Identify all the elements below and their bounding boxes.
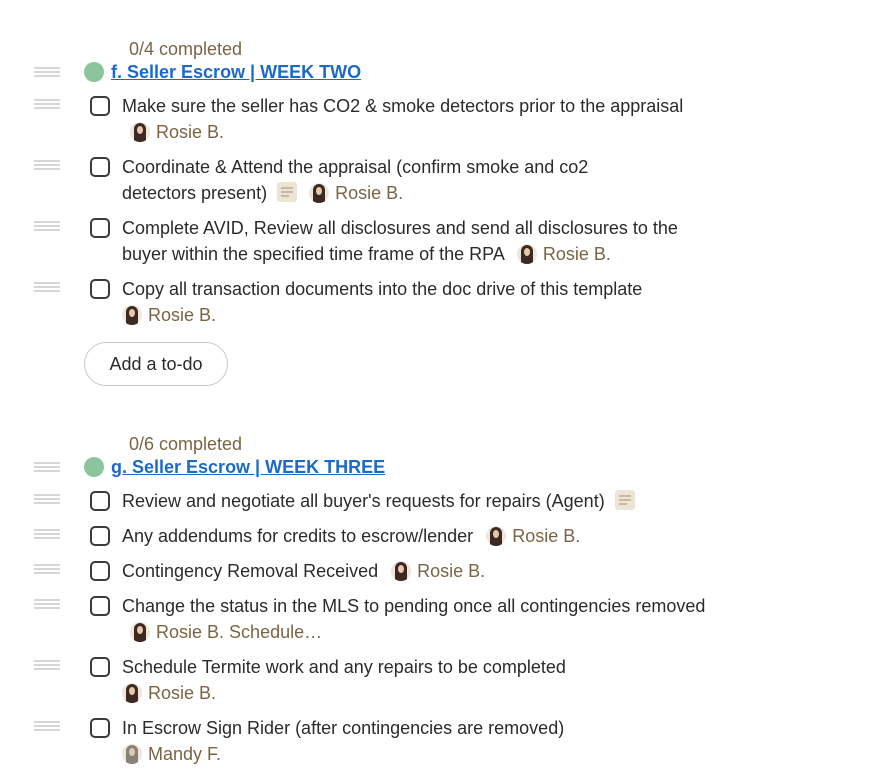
group-color-dot	[84, 457, 104, 477]
todo-checkbox[interactable]	[90, 218, 110, 238]
todo-text[interactable]: Copy all transaction documents into the …	[122, 276, 722, 328]
todo-label: Schedule Termite work and any repairs to…	[122, 657, 566, 677]
todo-text[interactable]: Make sure the seller has CO2 & smoke det…	[122, 93, 722, 145]
drag-handle-icon[interactable]	[34, 494, 60, 508]
assignee[interactable]: Rosie B.	[122, 122, 224, 142]
todo-checkbox[interactable]	[90, 157, 110, 177]
todo-checkbox[interactable]	[90, 526, 110, 546]
assignee[interactable]: Rosie B.	[301, 183, 403, 203]
assignee[interactable]: Rosie B.	[509, 244, 611, 264]
group-header: f. Seller Escrow | WEEK TWO	[0, 61, 886, 85]
assignee-name: Rosie B.	[512, 526, 581, 546]
assignee-name: Rosie B.	[156, 122, 225, 142]
todo-checkbox[interactable]	[90, 596, 110, 616]
assignee-name: Rosie B.	[542, 244, 611, 264]
avatar-icon	[486, 526, 507, 546]
todo-label: In Escrow Sign Rider (after contingencie…	[122, 718, 565, 738]
todo-checkbox[interactable]	[90, 279, 110, 299]
todo-label: Make sure the seller has CO2 & smoke det…	[122, 96, 684, 116]
drag-handle-icon[interactable]	[34, 221, 60, 235]
drag-handle-icon[interactable]	[34, 564, 60, 578]
schedule-link[interactable]: Schedule…	[229, 622, 322, 642]
progress-label: 0/6 completed	[129, 434, 243, 454]
drag-handle-icon[interactable]	[34, 282, 60, 296]
todo-label: Review and negotiate all buyer's request…	[122, 491, 605, 511]
assignee[interactable]: Rosie B.	[383, 561, 485, 581]
todo-label: Contingency Removal Received	[122, 561, 379, 581]
assignee[interactable]: Rosie B.	[122, 683, 216, 703]
todo-text[interactable]: Review and negotiate all buyer's request…	[122, 488, 742, 514]
assignee-name: Mandy F.	[148, 744, 222, 764]
assignee[interactable]: Rosie B. Schedule…	[122, 622, 322, 642]
todo-text[interactable]: In Escrow Sign Rider (after contingencie…	[122, 715, 722, 767]
todo-checkbox[interactable]	[90, 491, 110, 511]
group-title-link[interactable]: f. Seller Escrow | WEEK TWO	[111, 62, 361, 83]
assignee-name: Rosie B.	[156, 622, 225, 642]
avatar-icon	[122, 305, 142, 325]
avatar-icon	[516, 244, 537, 264]
group-color-dot	[84, 62, 104, 82]
avatar-icon	[130, 122, 150, 142]
todo-text[interactable]: Complete AVID, Review all disclosures an…	[122, 215, 712, 267]
avatar-icon	[391, 561, 412, 581]
todo-checkbox[interactable]	[90, 561, 110, 581]
add-todo-button[interactable]: Add a to-do	[84, 342, 228, 386]
assignee-name: Rosie B.	[148, 305, 217, 325]
todo-text[interactable]: Coordinate & Attend the appraisal (confi…	[122, 154, 652, 206]
todo-label: Copy all transaction documents into the …	[122, 279, 643, 299]
todo-label: Any addendums for credits to escrow/lend…	[122, 526, 474, 546]
drag-handle-icon[interactable]	[34, 462, 60, 476]
assignee-name: Rosie B.	[335, 183, 404, 203]
drag-handle-icon[interactable]	[34, 160, 60, 174]
assignee[interactable]: Rosie B.	[478, 526, 580, 546]
todo-text[interactable]: Change the status in the MLS to pending …	[122, 593, 712, 645]
group-header: g. Seller Escrow | WEEK THREE	[0, 456, 886, 480]
drag-handle-icon[interactable]	[34, 660, 60, 674]
drag-handle-icon[interactable]	[34, 529, 60, 543]
todo-text[interactable]: Contingency Removal Received Rosie B.	[122, 558, 722, 584]
avatar-icon	[309, 183, 330, 203]
note-icon[interactable]	[614, 490, 635, 510]
drag-handle-icon[interactable]	[34, 599, 60, 613]
drag-handle-icon[interactable]	[34, 99, 60, 113]
avatar-icon	[122, 744, 142, 764]
drag-handle-icon[interactable]	[34, 67, 60, 81]
group-title-link[interactable]: g. Seller Escrow | WEEK THREE	[111, 457, 385, 478]
avatar-icon	[122, 683, 142, 703]
todo-checkbox[interactable]	[90, 718, 110, 738]
assignee-name: Rosie B.	[148, 683, 217, 703]
todo-checkbox[interactable]	[90, 657, 110, 677]
todo-text[interactable]: Schedule Termite work and any repairs to…	[122, 654, 722, 706]
avatar-icon	[130, 622, 150, 642]
assignee-name: Rosie B.	[417, 561, 486, 581]
todo-label: Change the status in the MLS to pending …	[122, 596, 706, 616]
todo-text[interactable]: Any addendums for credits to escrow/lend…	[122, 523, 722, 549]
note-icon[interactable]	[277, 182, 298, 202]
drag-handle-icon[interactable]	[34, 721, 60, 735]
todo-checkbox[interactable]	[90, 96, 110, 116]
progress-label: 0/4 completed	[129, 39, 243, 59]
assignee[interactable]: Rosie B.	[122, 305, 216, 325]
assignee[interactable]: Mandy F.	[122, 744, 221, 764]
